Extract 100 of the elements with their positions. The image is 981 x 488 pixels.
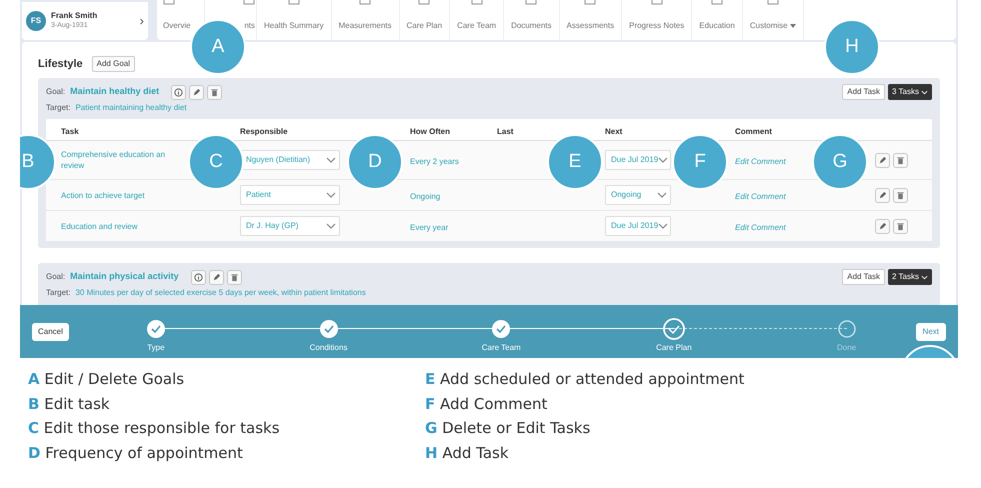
tab-icon (359, 0, 372, 5)
nav-tab[interactable]: Care Team (457, 20, 496, 32)
info-icon (174, 88, 184, 96)
tab-icon (766, 0, 779, 5)
column-header: Task (61, 126, 79, 136)
add-task-button[interactable]: Add Task (842, 269, 886, 285)
info-button[interactable] (190, 270, 206, 284)
tasks-dropdown-button[interactable]: 2 Tasks (888, 269, 932, 285)
chevron-down-icon (657, 192, 667, 198)
edit-button[interactable] (189, 84, 204, 100)
edit-comment-link[interactable]: Edit Comment (735, 192, 786, 201)
nav-tab[interactable]: Customise (750, 20, 788, 32)
delete-button[interactable] (893, 218, 908, 234)
info-button[interactable] (171, 84, 186, 100)
task-link[interactable]: Action to achieve target (61, 190, 145, 200)
caret-icon (790, 24, 796, 28)
edit-comment-link[interactable]: Edit Comment (735, 223, 786, 232)
pencil-icon (878, 190, 887, 200)
frequency-text: Ongoing (410, 192, 440, 201)
chevron-icon: › (140, 11, 144, 31)
nav-tab[interactable]: Education (699, 20, 735, 32)
trash-icon (210, 88, 220, 96)
edit-comment-link[interactable]: Edit Comment (735, 157, 786, 166)
pencil-icon (878, 222, 887, 230)
goal-label: Goal: (46, 86, 66, 98)
legend-item: C Edit those responsible for tasks (28, 418, 281, 439)
pencil-icon (192, 88, 202, 96)
column-header: Last (497, 126, 514, 136)
legend-item: G Delete or Edit Tasks (425, 418, 592, 439)
chevron-down-icon (658, 223, 668, 229)
edit-button[interactable] (875, 188, 890, 202)
dropdown-field[interactable]: Patient (240, 185, 340, 205)
tasks-dropdown-button[interactable]: 3 Tasks (888, 84, 932, 100)
goal-title[interactable]: Maintain healthy diet (70, 85, 160, 99)
trash-icon (230, 272, 239, 282)
trash-icon (896, 156, 905, 164)
tab-icon (418, 0, 430, 5)
target-text: 30 Minutes per day of selected exercise 5 days per week, within patient limitations (75, 287, 366, 299)
column-header: Responsible (240, 126, 288, 136)
target-label: Target: (46, 102, 70, 114)
pencil-icon (878, 156, 887, 164)
column-header: Next (605, 126, 622, 136)
nav-tab[interactable]: Progress Notes (629, 20, 684, 32)
frequency-text: Every 2 years (410, 157, 459, 166)
step-label: Care Team (482, 342, 521, 354)
avatar: FS (26, 11, 46, 31)
tab-icon (711, 0, 724, 5)
delete-button[interactable] (893, 152, 908, 168)
pencil-icon (212, 272, 221, 282)
legend-item: D Frequency of appointment (28, 442, 244, 464)
column-header: How Often (410, 126, 450, 136)
edit-button[interactable] (875, 218, 890, 234)
delete-button[interactable] (207, 84, 222, 100)
goal-label: Goal: (46, 271, 66, 283)
patient-name: Frank Smith (51, 11, 98, 21)
dropdown-field[interactable]: Nguyen (Dietitian) (240, 150, 340, 170)
nav-tab[interactable]: Overvie (163, 20, 191, 32)
next-button[interactable]: Next (916, 323, 946, 341)
info-icon (194, 272, 203, 282)
add-task-button[interactable]: Add Task (842, 84, 886, 100)
chevron-down-icon (921, 90, 928, 94)
cancel-button[interactable]: Cancel (32, 323, 69, 341)
delete-button[interactable] (893, 188, 908, 202)
target-text: Patient maintaining healthy diet (75, 102, 187, 114)
nav-tab[interactable]: Assessments (566, 20, 614, 32)
legend-item: H Add Task (425, 442, 510, 464)
nav-tab[interactable]: Documents (511, 20, 552, 32)
dropdown-field[interactable]: Ongoing (605, 185, 671, 205)
goal-title[interactable]: Maintain physical activity (70, 270, 179, 284)
trash-icon (896, 222, 905, 230)
dropdown-field[interactable]: Due Jul 2019 (605, 150, 671, 170)
legend-item: A Edit / Delete Goals (28, 369, 186, 390)
legend-item: B Edit task (28, 394, 111, 414)
legend-item: F Add Comment (425, 394, 548, 414)
tab-icon (470, 0, 483, 5)
nav-tab[interactable]: Measurements (338, 20, 392, 32)
step-label: Care Plan (656, 342, 692, 354)
task-link[interactable]: Education and review (61, 220, 138, 232)
nav-tab[interactable]: Health Summary (264, 20, 324, 32)
add-goal-button[interactable]: Add Goal (92, 56, 135, 72)
nav-tab[interactable]: nts (244, 20, 255, 32)
tab-icon (525, 0, 538, 5)
tab-icon (288, 0, 300, 5)
dropdown-field[interactable]: Due Jul 2019 (605, 216, 671, 236)
dropdown-field[interactable]: Dr J. Hay (GP) (240, 216, 340, 236)
delete-button[interactable] (226, 270, 242, 284)
step-label: Done (836, 342, 856, 354)
task-link[interactable]: Comprehensive education an review (61, 149, 166, 171)
tab-icon (650, 0, 663, 5)
chevron-down-icon (326, 192, 336, 198)
edit-button[interactable] (208, 270, 224, 284)
chevron-down-icon (326, 157, 336, 163)
chevron-down-icon (921, 274, 928, 280)
legend-item: E Add scheduled or attended appointment (425, 369, 746, 390)
step-label: Conditions (310, 342, 348, 354)
nav-tab[interactable]: Care Plan (406, 20, 442, 32)
frequency-text: Every year (410, 223, 448, 232)
column-header: Comment (735, 126, 772, 136)
tab-icon (584, 0, 596, 5)
edit-button[interactable] (875, 152, 890, 168)
